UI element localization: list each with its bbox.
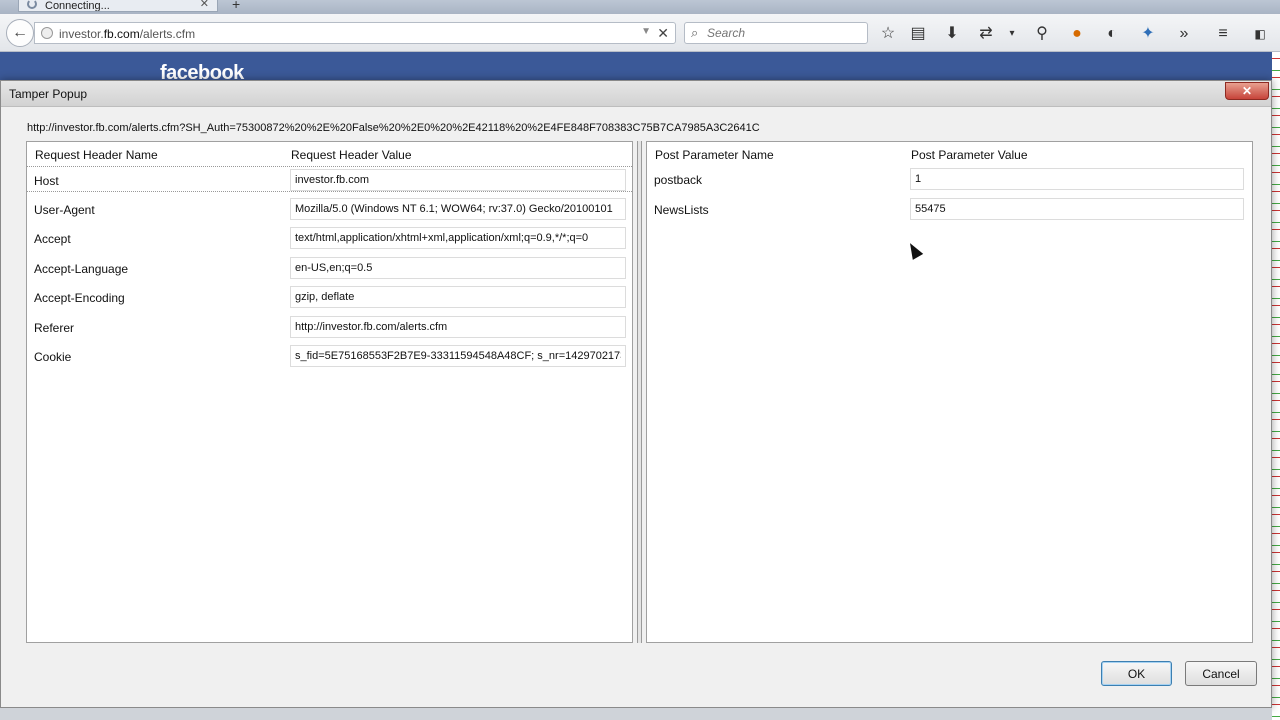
bookmark-star-icon[interactable]: ☆	[878, 24, 898, 44]
header-row-referer[interactable]: Referer	[27, 314, 632, 340]
site-identity-icon[interactable]	[41, 27, 53, 39]
downloads-icon[interactable]: ⬇	[942, 24, 962, 44]
hamburger-menu-icon[interactable]: ≡	[1213, 24, 1233, 44]
tamper-icon[interactable]: ✦	[1138, 24, 1158, 44]
header-row-user-agent[interactable]: User-Agent	[27, 196, 632, 222]
pane-splitter[interactable]	[637, 141, 642, 643]
search-input[interactable]	[707, 25, 857, 41]
header-name: Accept-Encoding	[34, 291, 125, 305]
header-row-accept-encoding[interactable]: Accept-Encoding	[27, 284, 632, 310]
request-headers-pane: Request Header Name Request Header Value…	[26, 141, 633, 643]
extension-icon[interactable]: ⇄	[976, 24, 996, 44]
post-parameters-pane: Post Parameter Name Post Parameter Value…	[646, 141, 1253, 643]
extension-dropdown-icon[interactable]: ▾	[1002, 24, 1022, 44]
firebug-icon[interactable]: ●	[1067, 24, 1087, 44]
loading-icon	[27, 0, 37, 9]
header-value-field[interactable]	[290, 257, 626, 279]
cancel-button[interactable]: Cancel	[1185, 661, 1257, 686]
header-value-field[interactable]	[290, 316, 626, 338]
post-parameter-value-field[interactable]	[910, 198, 1244, 220]
request-header-value-column[interactable]: Request Header Value	[291, 148, 412, 162]
browser-tab[interactable]: Connecting... ✕	[18, 0, 218, 12]
header-value-field[interactable]	[290, 169, 626, 191]
addon-icon[interactable]: ⚲	[1032, 24, 1052, 44]
header-row-cookie[interactable]: Cookie	[27, 343, 632, 369]
post-parameter-name: NewsLists	[654, 203, 709, 217]
bookmarks-menu-icon[interactable]: ▤	[908, 24, 928, 44]
search-icon: ⌕	[691, 25, 699, 40]
header-name: Accept-Language	[34, 262, 129, 276]
header-row-accept[interactable]: Accept	[27, 225, 632, 251]
post-parameter-name: postback	[654, 173, 703, 187]
navigation-toolbar: ← investor.fb.com/alerts.cfm ▼ ✕ ⌕ ☆ ▤ ⬇…	[0, 14, 1280, 52]
post-parameter-name-column[interactable]: Post Parameter Name	[655, 148, 774, 162]
post-parameter-value-field[interactable]	[910, 168, 1244, 190]
post-parameter-value-column[interactable]: Post Parameter Value	[911, 148, 1028, 162]
history-dropdown-icon[interactable]: ▼	[641, 26, 651, 37]
address-bar[interactable]: investor.fb.com/alerts.cfm ▼ ✕	[34, 22, 676, 44]
header-value-field[interactable]	[290, 227, 626, 249]
close-tab-icon[interactable]: ✕	[200, 0, 209, 10]
header-name: Accept	[34, 232, 71, 246]
header-name: Cookie	[34, 350, 72, 364]
request-header-name-column[interactable]: Request Header Name	[35, 148, 158, 162]
header-name: Referer	[34, 321, 75, 335]
header-row-host[interactable]: Host	[27, 166, 632, 192]
palette-icon[interactable]: ◐	[1102, 24, 1122, 44]
close-dialog-button[interactable]: ✕	[1225, 82, 1269, 100]
ok-button[interactable]: OK	[1101, 661, 1172, 686]
header-value-field[interactable]	[290, 198, 626, 220]
background-page-edge	[1272, 52, 1280, 720]
taskbar-edge	[0, 708, 1272, 720]
header-name: Host	[34, 174, 59, 188]
stop-icon[interactable]: ✕	[657, 25, 669, 42]
post-row-postback[interactable]: postback	[647, 166, 1252, 192]
new-tab-icon[interactable]: +	[232, 0, 240, 12]
search-bar[interactable]: ⌕	[684, 22, 868, 44]
tamper-popup-dialog: Tamper Popup ✕ http://investor.fb.com/al…	[0, 80, 1272, 708]
dialog-titlebar[interactable]: Tamper Popup ✕	[1, 81, 1271, 107]
header-row-accept-language[interactable]: Accept-Language	[27, 255, 632, 281]
tab-title: Connecting...	[45, 0, 110, 12]
dialog-title: Tamper Popup	[9, 87, 88, 101]
header-value-field[interactable]	[290, 286, 626, 308]
sidebar-icon[interactable]: ◧	[1250, 24, 1270, 44]
back-button[interactable]: ←	[6, 19, 34, 47]
request-url: http://investor.fb.com/alerts.cfm?SH_Aut…	[27, 122, 760, 134]
overflow-chevron-icon[interactable]: »	[1174, 24, 1194, 44]
tab-strip: Connecting... ✕ +	[0, 0, 1280, 14]
header-value-field[interactable]	[290, 345, 626, 367]
post-row-newslists[interactable]: NewsLists	[647, 196, 1252, 222]
url-text[interactable]: investor.fb.com/alerts.cfm	[59, 27, 195, 41]
header-name: User-Agent	[34, 203, 95, 217]
